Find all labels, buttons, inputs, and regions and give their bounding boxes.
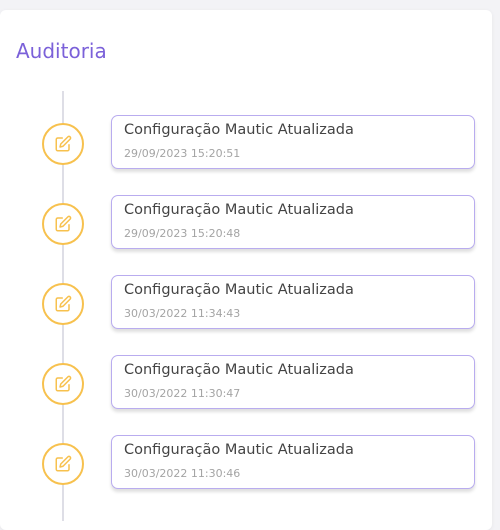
timeline-marker bbox=[42, 283, 84, 325]
timeline-card[interactable]: Configuração Mautic Atualizada 29/09/202… bbox=[111, 195, 475, 249]
timeline-item-title: Configuração Mautic Atualizada bbox=[124, 442, 354, 458]
edit-icon bbox=[55, 135, 72, 152]
edit-icon bbox=[55, 215, 72, 232]
timeline-marker bbox=[42, 123, 84, 165]
timeline-item-timestamp: 29/09/2023 15:20:51 bbox=[124, 147, 241, 160]
timeline-item-title: Configuração Mautic Atualizada bbox=[124, 122, 354, 138]
edit-icon bbox=[55, 295, 72, 312]
page-title: Auditoria bbox=[16, 39, 107, 63]
timeline-marker bbox=[42, 203, 84, 245]
timeline-item-timestamp: 30/03/2022 11:30:47 bbox=[124, 387, 241, 400]
timeline-item-timestamp: 30/03/2022 11:30:46 bbox=[124, 467, 241, 480]
timeline-item: Configuração Mautic Atualizada 29/09/202… bbox=[0, 115, 492, 171]
timeline-marker bbox=[42, 363, 84, 405]
timeline-card[interactable]: Configuração Mautic Atualizada 30/03/202… bbox=[111, 355, 475, 409]
timeline-card[interactable]: Configuração Mautic Atualizada 30/03/202… bbox=[111, 275, 475, 329]
timeline-card[interactable]: Configuração Mautic Atualizada 30/03/202… bbox=[111, 435, 475, 489]
timeline-item: Configuração Mautic Atualizada 30/03/202… bbox=[0, 355, 492, 411]
timeline-item-title: Configuração Mautic Atualizada bbox=[124, 362, 354, 378]
timeline-item-timestamp: 30/03/2022 11:34:43 bbox=[124, 307, 241, 320]
timeline-item-timestamp: 29/09/2023 15:20:48 bbox=[124, 227, 241, 240]
timeline-item-title: Configuração Mautic Atualizada bbox=[124, 282, 354, 298]
timeline-item: Configuração Mautic Atualizada 30/03/202… bbox=[0, 435, 492, 491]
timeline-item: Configuração Mautic Atualizada 30/03/202… bbox=[0, 275, 492, 331]
timeline-item: Configuração Mautic Atualizada 29/09/202… bbox=[0, 195, 492, 251]
edit-icon bbox=[55, 375, 72, 392]
timeline-item-title: Configuração Mautic Atualizada bbox=[124, 202, 354, 218]
edit-icon bbox=[55, 455, 72, 472]
timeline-card[interactable]: Configuração Mautic Atualizada 29/09/202… bbox=[111, 115, 475, 169]
timeline-marker bbox=[42, 443, 84, 485]
